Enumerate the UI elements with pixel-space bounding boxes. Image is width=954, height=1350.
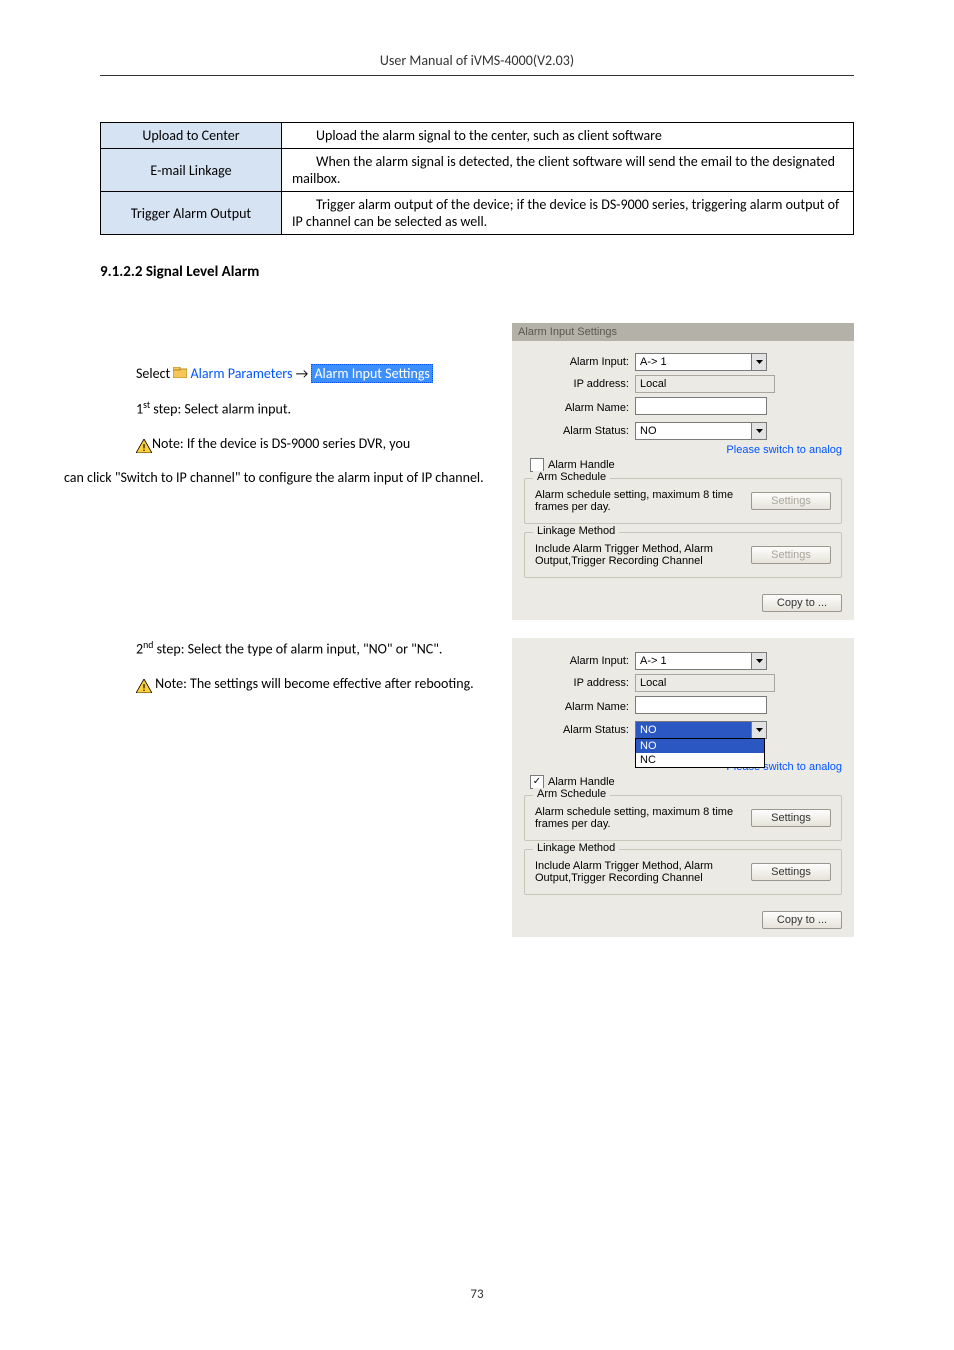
alarm-status-value: NO <box>636 722 751 738</box>
crumb-alarm-input-settings: Alarm Input Settings <box>311 364 432 383</box>
instructions-block-1: Select Alarm Parameters → Alarm Input Se… <box>100 323 500 502</box>
step1-rest: step: Select alarm input. <box>150 401 291 418</box>
alarm-status-dropdown[interactable]: NO <box>635 721 767 739</box>
section-heading: 9.1.2.2 Signal Level Alarm <box>100 263 854 281</box>
arm-schedule-legend: Arm Schedule <box>533 471 610 483</box>
label-alarm-status: Alarm Status: <box>524 724 635 736</box>
linkage-method-text: Include Alarm Trigger Method, Alarm Outp… <box>535 543 743 567</box>
cell-right-2: Trigger alarm output of the device; if t… <box>282 192 854 235</box>
linkage-method-group: Linkage Method Include Alarm Trigger Met… <box>524 849 842 895</box>
linkage-table: Upload to Center Upload the alarm signal… <box>100 122 854 235</box>
chevron-down-icon[interactable] <box>751 653 766 669</box>
linkage-method-text: Include Alarm Trigger Method, Alarm Outp… <box>535 860 743 884</box>
caution-icon: ! <box>136 678 152 692</box>
cell-right-1: When the alarm signal is detected, the c… <box>282 149 854 192</box>
arm-schedule-group: Arm Schedule Alarm schedule setting, max… <box>524 795 842 841</box>
table-row: Upload to Center Upload the alarm signal… <box>101 123 854 149</box>
arm-settings-button[interactable]: Settings <box>751 492 831 510</box>
cell-right-0: Upload the alarm signal to the center, s… <box>282 123 854 149</box>
step2-rest: step: Select the type of alarm input, "N… <box>153 641 442 658</box>
alarm-input-dropdown[interactable]: A-> 1 <box>635 353 767 371</box>
label-alarm-input: Alarm Input: <box>524 356 635 368</box>
alarm-input-value: A-> 1 <box>636 653 751 669</box>
arm-schedule-text: Alarm schedule setting, maximum 8 time f… <box>535 489 743 513</box>
alarm-name-input[interactable] <box>635 696 767 714</box>
cell-left-0: Upload to Center <box>101 123 282 149</box>
table-row: E-mail Linkage When the alarm signal is … <box>101 149 854 192</box>
alarm-input-value: A-> 1 <box>636 354 751 370</box>
linkage-method-legend: Linkage Method <box>533 525 619 537</box>
alarm-input-settings-dialog-1: Alarm Input Settings Alarm Input: A-> 1 … <box>512 323 854 620</box>
crumb-alarm-params: Alarm Parameters <box>191 365 293 382</box>
note1-line2: can click "Switch to IP channel" to conf… <box>64 467 500 489</box>
linkage-settings-button[interactable]: Settings <box>751 863 831 881</box>
linkage-settings-button[interactable]: Settings <box>751 546 831 564</box>
note2-text: Note: The settings will become effective… <box>152 675 474 692</box>
table-row: Trigger Alarm Output Trigger alarm outpu… <box>101 192 854 235</box>
alarm-handle-label: Alarm Handle <box>548 459 615 471</box>
arrow-icon: → <box>296 365 309 382</box>
cell-left-2: Trigger Alarm Output <box>101 192 282 235</box>
page-header: User Manual of iVMS-4000(V2.03) <box>100 52 854 76</box>
dialog-title: Alarm Input Settings <box>512 323 854 341</box>
chevron-down-icon[interactable] <box>751 354 766 370</box>
caution-icon: ! <box>136 438 152 452</box>
arm-schedule-text: Alarm schedule setting, maximum 8 time f… <box>535 806 743 830</box>
label-ip-address: IP address: <box>524 677 635 689</box>
alarm-handle-checkbox[interactable]: ✓ <box>530 775 544 789</box>
step2-sup: nd <box>143 639 153 651</box>
linkage-method-legend: Linkage Method <box>533 842 619 854</box>
arm-schedule-legend: Arm Schedule <box>533 788 610 800</box>
linkage-method-group: Linkage Method Include Alarm Trigger Met… <box>524 532 842 578</box>
alarm-input-settings-dialog-2: Alarm Input: A-> 1 IP address: Local Ala… <box>512 638 854 937</box>
label-alarm-name: Alarm Name: <box>524 701 635 713</box>
arm-schedule-group: Arm Schedule Alarm schedule setting, max… <box>524 478 842 524</box>
chevron-down-icon[interactable] <box>751 423 766 439</box>
ip-address-field: Local <box>635 674 775 692</box>
folder-icon <box>173 363 187 385</box>
option-nc[interactable]: NC <box>636 753 764 767</box>
switch-to-analog-link[interactable]: Please switch to analog <box>524 444 842 456</box>
alarm-handle-checkbox[interactable] <box>530 458 544 472</box>
page-number: 73 <box>0 1287 954 1302</box>
alarm-input-dropdown[interactable]: A-> 1 <box>635 652 767 670</box>
alarm-status-value: NO <box>636 423 751 439</box>
select-prefix: Select <box>100 365 173 382</box>
ip-address-field: Local <box>635 375 775 393</box>
option-no[interactable]: NO <box>636 739 764 753</box>
label-alarm-status: Alarm Status: <box>524 425 635 437</box>
arm-settings-button[interactable]: Settings <box>751 809 831 827</box>
alarm-name-input[interactable] <box>635 397 767 415</box>
label-ip-address: IP address: <box>524 378 635 390</box>
alarm-status-options[interactable]: NO NC <box>635 738 765 768</box>
copy-to-button[interactable]: Copy to ... <box>762 594 842 612</box>
alarm-handle-label: Alarm Handle <box>548 776 615 788</box>
label-alarm-input: Alarm Input: <box>524 655 635 667</box>
chevron-down-icon[interactable] <box>751 722 766 738</box>
instructions-block-2: 2nd step: Select the type of alarm input… <box>100 638 500 707</box>
svg-text:!: ! <box>142 681 145 693</box>
svg-text:!: ! <box>142 441 145 453</box>
copy-to-button[interactable]: Copy to ... <box>762 911 842 929</box>
note1-line1: Note: If the device is DS-9000 series DV… <box>152 435 410 452</box>
cell-left-1: E-mail Linkage <box>101 149 282 192</box>
alarm-status-dropdown[interactable]: NO <box>635 422 767 440</box>
label-alarm-name: Alarm Name: <box>524 402 635 414</box>
